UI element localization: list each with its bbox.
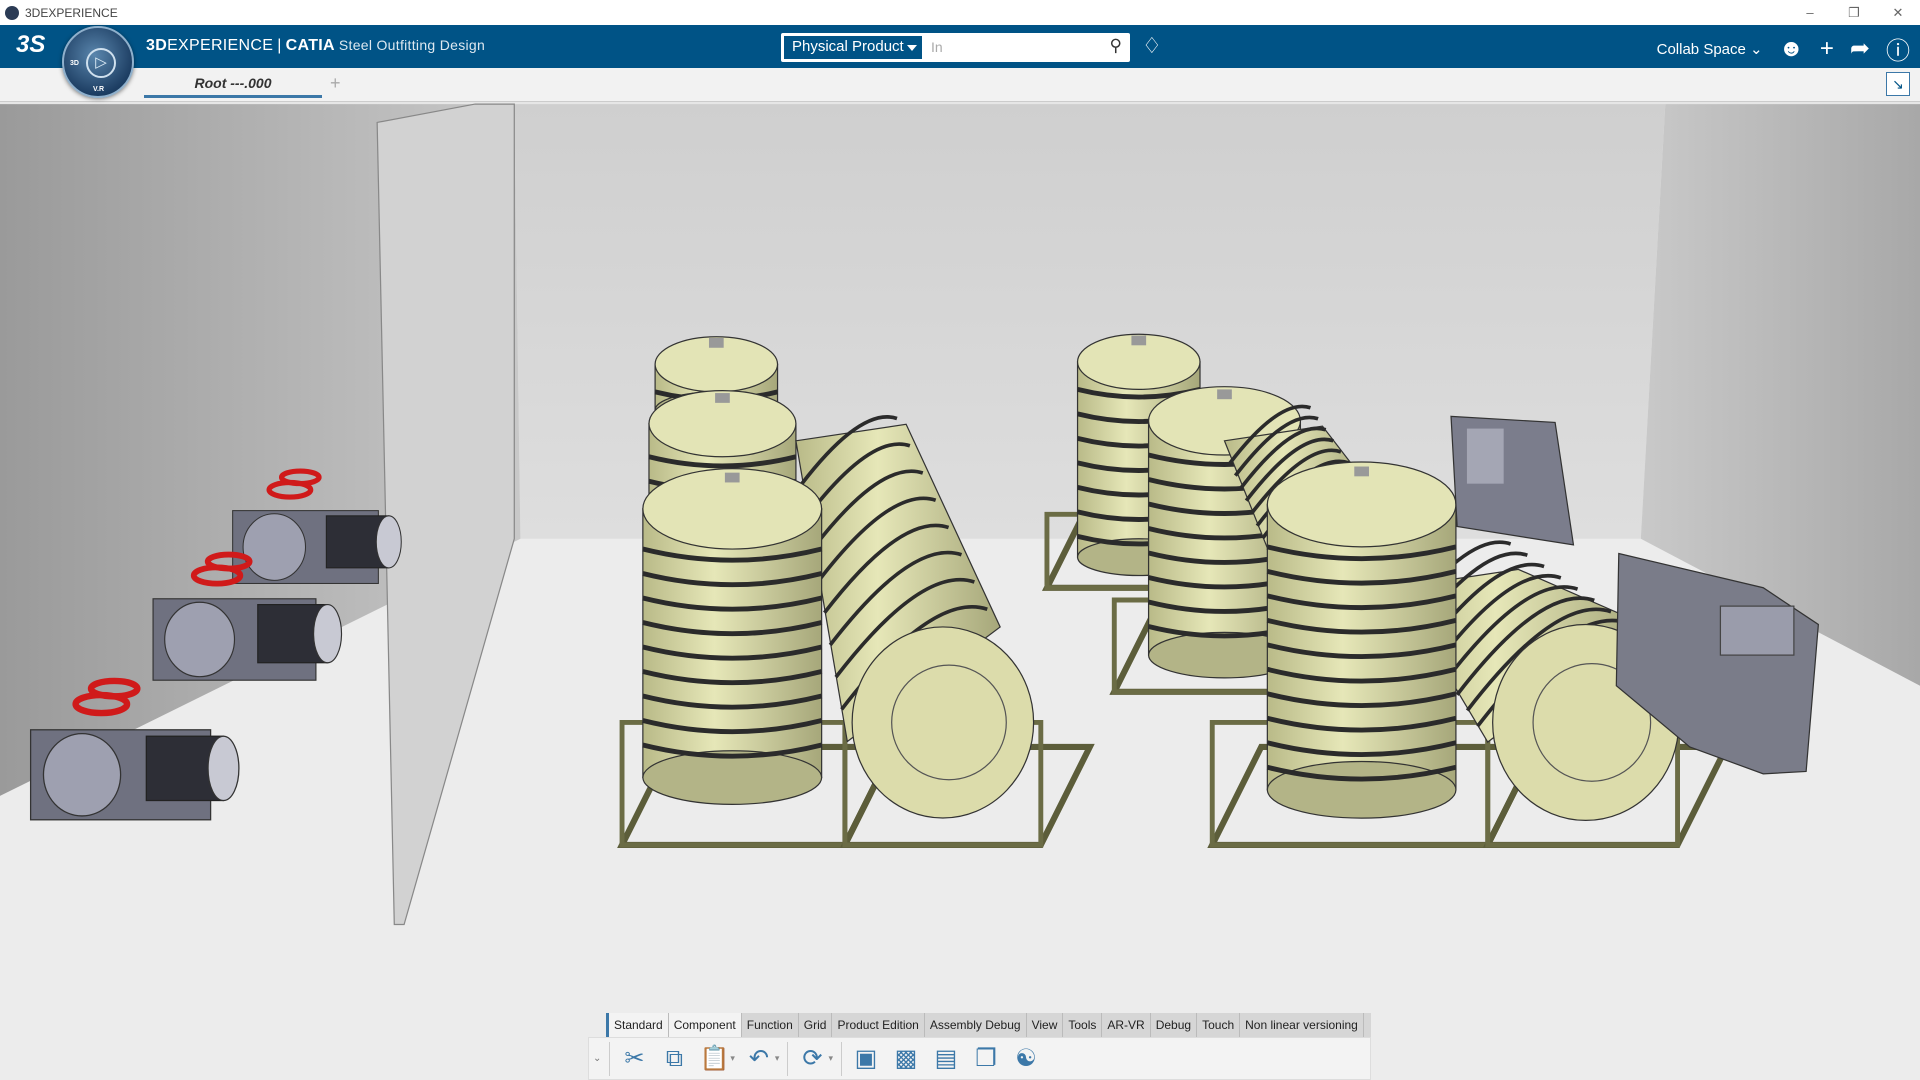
3d-viewport[interactable] [0, 0, 1920, 1080]
search-icon[interactable]: ⚲ [1110, 36, 1122, 56]
copy-icon[interactable]: ⧉ [658, 1045, 690, 1073]
edit-component-icon[interactable]: ▣ [850, 1044, 882, 1073]
replace-component-icon[interactable]: ▩ [890, 1044, 922, 1073]
app-title: 3DEXPERIENCE | CATIA Steel Outfitting Desig… [146, 37, 485, 55]
window-title: 3DEXPERIENCE [25, 5, 118, 20]
undo-dropdown-icon[interactable]: ▾ [775, 1053, 780, 1064]
collapse-icon[interactable]: ↘ [1886, 72, 1910, 96]
help-icon[interactable]: ⓘ [1886, 31, 1910, 66]
expand-chevron-icon[interactable]: ⌄ [593, 1053, 601, 1064]
user-icon[interactable]: ☻ [1779, 35, 1804, 63]
title-separator: | [277, 37, 282, 54]
toolbar-tab-assembly-debug[interactable]: Assembly Debug [925, 1013, 1027, 1037]
divider [609, 1041, 611, 1076]
toolbar-tab-component[interactable]: Component [668, 1013, 742, 1037]
search-input[interactable]: In [931, 39, 943, 55]
toolbar-tab-standard[interactable]: Standard [606, 1013, 669, 1037]
brand-3d: 3D [146, 37, 168, 54]
undo-icon[interactable]: ↶ [743, 1044, 775, 1073]
toolbar-tab-view[interactable]: View [1027, 1013, 1064, 1037]
update-icon[interactable]: ⟳ [796, 1044, 828, 1073]
app-logo-icon [5, 5, 19, 20]
tab-root[interactable]: Root ---.000 [144, 68, 322, 98]
window-titlebar: 3DEXPERIENCE – ❐ ✕ [0, 0, 1920, 25]
collab-space-label: Collab Space [1656, 40, 1746, 58]
toolbar-tab-product-edition[interactable]: Product Edition [832, 1013, 925, 1037]
toolbar-tab-non-linear-versioning[interactable]: Non linear versioning [1240, 1013, 1364, 1037]
toolbar-tab-grid[interactable]: Grid [799, 1013, 833, 1037]
minimize-button[interactable]: – [1788, 0, 1832, 25]
divider [787, 1041, 789, 1076]
toolbar-tab-tools[interactable]: Tools [1063, 1013, 1103, 1037]
search-scope-dropdown[interactable]: Physical Product [784, 36, 922, 59]
vertical-tank[interactable] [1266, 461, 1457, 819]
app-role: Steel Outfitting Design [338, 37, 486, 53]
cut-icon[interactable]: ✂ [618, 1044, 650, 1073]
share-icon[interactable]: ➦ [1850, 34, 1870, 63]
paste-icon[interactable]: 📋 [698, 1044, 730, 1073]
toolbar-tab-touch[interactable]: Touch [1197, 1013, 1241, 1037]
vertical-tank[interactable] [642, 467, 823, 805]
search-box: Physical Product In ⚲ [781, 33, 1130, 62]
component-user-icon[interactable]: ☯ [1010, 1044, 1042, 1073]
divider [840, 1041, 842, 1076]
update-dropdown-icon[interactable]: ▾ [828, 1053, 833, 1064]
compass-vr-label: V.R [93, 86, 105, 93]
toolbar-tab-debug[interactable]: Debug [1151, 1013, 1198, 1037]
action-bar-tabs: Standard Component Function Grid Product Edi… [606, 1013, 1371, 1037]
reorder-component-icon[interactable]: ❐ [970, 1044, 1002, 1073]
toolbar-tab-function[interactable]: Function [742, 1013, 799, 1037]
tag-icon[interactable]: ♢ [1142, 33, 1162, 59]
play-icon[interactable]: ▷ [86, 48, 116, 78]
toolbar-tab-ar-vr[interactable]: AR-VR [1102, 1013, 1151, 1037]
action-bar: Standard Component Function Grid Product Edi… [588, 1013, 1371, 1080]
action-bar-icons: ⌄ ✂ ⧉ 📋 ▾ ↶ ▾ ⟳ ▾ ▣ ▩ ▤ ❐ ☯ [588, 1037, 1371, 1080]
brand-experience: EXPERIENCE [167, 37, 274, 54]
select-component-icon[interactable]: ▤ [930, 1044, 962, 1073]
compass-3d-label: 3D [70, 60, 79, 67]
compass-widget[interactable]: ▷ 3D V.R [62, 26, 134, 98]
document-tab-bar: Root ---.000 + ↘ [0, 68, 1920, 102]
app-name: CATIA [285, 37, 335, 54]
plus-icon[interactable]: + [1820, 35, 1834, 63]
add-tab-button[interactable]: + [330, 73, 341, 94]
collab-space-dropdown[interactable]: Collab Space ⌄ [1657, 40, 1763, 58]
restore-button[interactable]: ❐ [1832, 0, 1876, 25]
paste-dropdown-icon[interactable]: ▾ [730, 1053, 735, 1064]
close-button[interactable]: ✕ [1876, 0, 1920, 25]
top-bar: 3S 3DEXPERIENCE | CATIA Steel Outfitting De… [0, 25, 1920, 68]
ds-logo-icon[interactable]: 3S [16, 31, 45, 59]
machinery-cabinet[interactable] [1450, 415, 1575, 546]
